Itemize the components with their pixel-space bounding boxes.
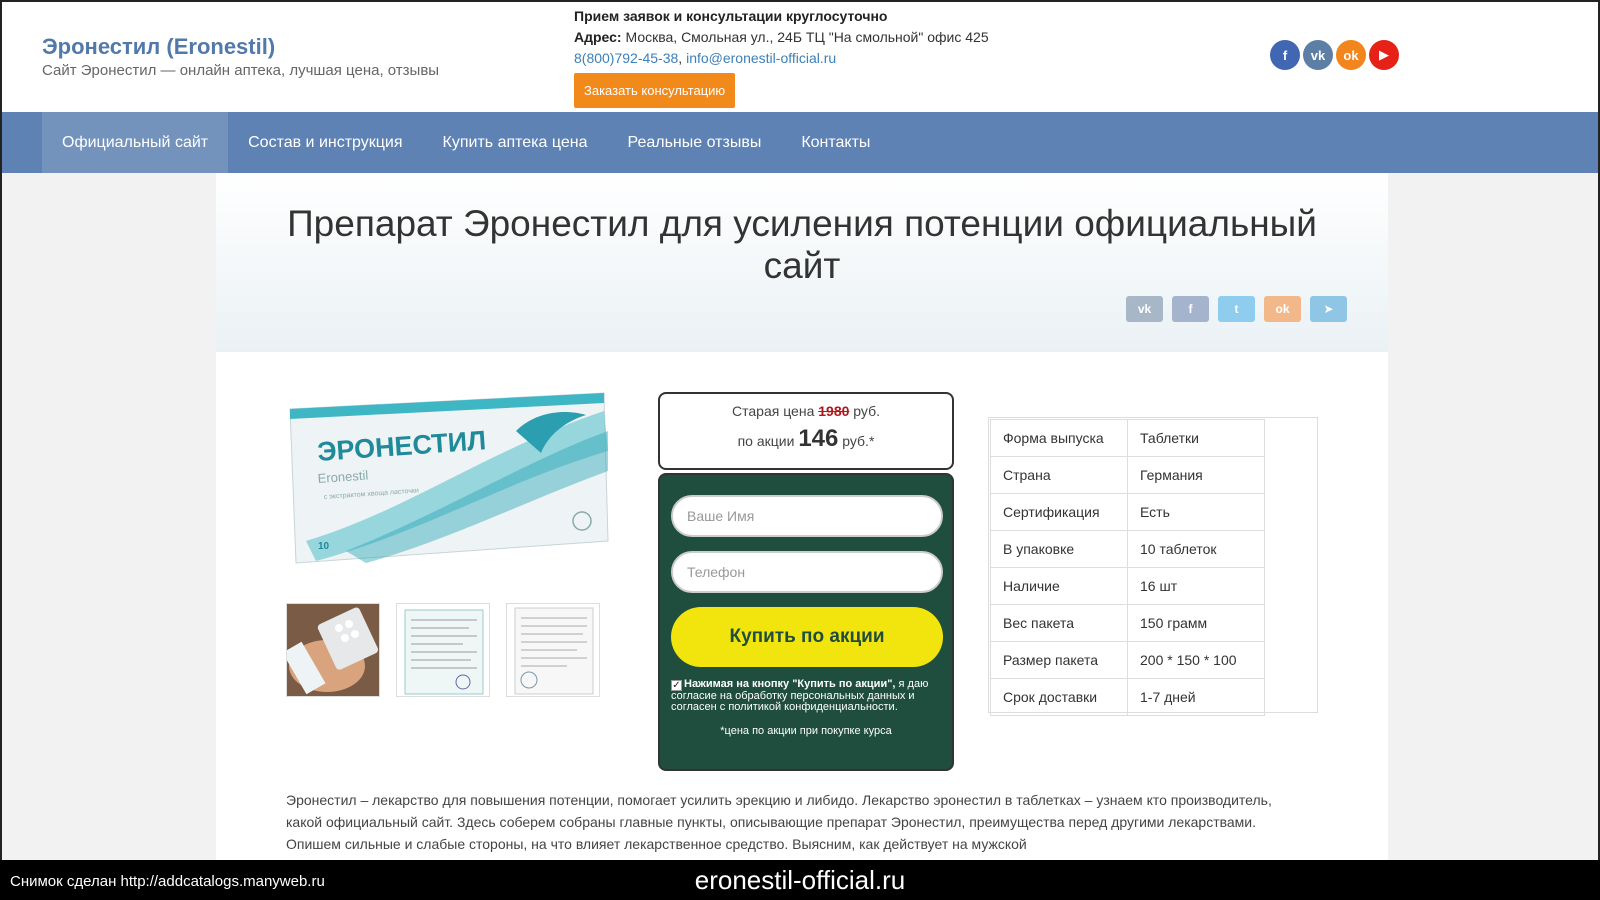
promo-price-value: 146 [798, 425, 839, 452]
old-price-currency: руб. [853, 403, 880, 419]
specs-table: Форма выпуска Таблетки Страна Германия Сер… [988, 417, 1318, 716]
title-area: Препарат Эронестил для усиления потенции… [216, 173, 1388, 352]
table-row: Вес пакета 150 грамм [990, 604, 1265, 642]
nav-item-composition[interactable]: Состав и инструкция [228, 112, 422, 173]
spec-key: Форма выпуска [990, 419, 1128, 457]
spec-value: 16 шт [1127, 567, 1265, 605]
nav-item-contacts[interactable]: Контакты [781, 112, 890, 173]
email-link[interactable]: info@eronestil-official.ru [686, 50, 836, 66]
address-label: Адрес: [574, 29, 622, 45]
nav-item-official-site[interactable]: Официальный сайт [42, 112, 229, 173]
spec-key: В упаковке [990, 530, 1128, 568]
phone-input[interactable]: Телефон [671, 551, 943, 593]
spec-value: 1-7 дней [1127, 678, 1265, 716]
vk-icon[interactable]: vk [1126, 296, 1163, 322]
site-description: Сайт Эронестил — онлайн аптека, лучшая ц… [42, 62, 440, 79]
table-row: Сертификация Есть [990, 493, 1265, 531]
browser-frame: Эронестил (Eronestil) Сайт Эронестил — о… [0, 0, 1600, 860]
screenshot-caption: Снимок сделан http://addcatalogs.manyweb… [10, 873, 325, 890]
order-form: Ваше Имя Телефон Купить по акции ✓ Нажима… [658, 473, 954, 771]
spec-value: Таблетки [1127, 419, 1265, 457]
odnoklassniki-icon[interactable]: ok [1264, 296, 1301, 322]
vk-icon[interactable]: vk [1303, 40, 1333, 70]
name-input[interactable]: Ваше Имя [671, 495, 943, 537]
spec-key: Вес пакета [990, 604, 1128, 642]
spec-key: Размер пакета [990, 641, 1128, 679]
table-row: Страна Германия [990, 456, 1265, 494]
old-price-value: 1980 [818, 403, 850, 419]
consent-bold-text: Нажимая на кнопку "Купить по акции", [684, 678, 896, 690]
table-row: Наличие 16 шт [990, 567, 1265, 605]
promo-price-label: по акции [737, 433, 795, 449]
nav-item-buy-price[interactable]: Купить аптека цена [423, 112, 608, 173]
product-box-image[interactable]: ЭРОНЕСТИЛ Eronestil с экстрактом хвоща л… [286, 391, 610, 565]
header-contacts: Прием заявок и консультации круглосуточн… [574, 6, 989, 108]
table-row: Срок доставки 1-7 дней [990, 678, 1265, 716]
spec-key: Наличие [990, 567, 1128, 605]
spec-value: Германия [1127, 456, 1265, 494]
spec-value: 200 * 150 * 100 [1127, 641, 1265, 679]
price-note: *цена по акции при покупке курса [720, 725, 892, 737]
address-text: Москва, Смольная ул., 24Б ТЦ "На смольно… [625, 29, 989, 45]
thumbnail-certificate-2[interactable] [506, 603, 600, 697]
promo-price-currency: руб.* [842, 433, 875, 449]
odnoklassniki-icon[interactable]: ok [1336, 40, 1366, 70]
spec-value: Есть [1127, 493, 1265, 531]
price-box: Старая цена 1980 руб. по акции 146 руб.* [658, 392, 954, 470]
product-thumbnails [286, 603, 600, 697]
spec-key: Срок доставки [990, 678, 1128, 716]
youtube-icon[interactable]: ▶ [1369, 40, 1399, 70]
table-row: Размер пакета 200 * 150 * 100 [990, 641, 1265, 679]
main-content: Препарат Эронестил для усиления потенции… [216, 173, 1388, 860]
spec-value: 150 грамм [1127, 604, 1265, 642]
phone-link[interactable]: 8(800)792-45-38 [574, 50, 678, 66]
spec-value: 10 таблеток [1127, 530, 1265, 568]
main-navigation: Официальный сайт Состав и инструкция Куп… [2, 112, 1598, 173]
spec-key: Страна [990, 456, 1128, 494]
product-description: Эронестил – лекарство для повышения поте… [286, 792, 1272, 852]
old-price-label: Старая цена [732, 403, 815, 419]
site-header: Эронестил (Eronestil) Сайт Эронестил — о… [2, 2, 1598, 112]
thumbnail-hand-blister[interactable] [286, 603, 380, 697]
working-hours: Прием заявок и консультации круглосуточн… [574, 8, 888, 24]
screenshot-caption-bar: eronestil-official.ru Снимок сделан http… [0, 860, 1600, 900]
table-row: В упаковке 10 таблеток [990, 530, 1265, 568]
consent-text: ✓ Нажимая на кнопку "Купить по акции", я … [671, 679, 941, 713]
order-consultation-button[interactable]: Заказать консультацию [574, 73, 736, 108]
spec-key: Сертификация [990, 493, 1128, 531]
share-buttons: vk f t ok ➤ [1126, 296, 1347, 322]
thumbnail-certificate-1[interactable] [396, 603, 490, 697]
contacts-separator: , [678, 50, 683, 66]
twitter-icon[interactable]: t [1218, 296, 1255, 322]
nav-item-reviews[interactable]: Реальные отзывы [607, 112, 781, 173]
table-row: Форма выпуска Таблетки [990, 419, 1265, 457]
page-title: Препарат Эронестил для усиления потенции… [287, 203, 1317, 286]
facebook-icon[interactable]: f [1270, 40, 1300, 70]
header-social-links: f vk ok ▶ [1270, 40, 1399, 70]
site-title[interactable]: Эронестил (Eronestil) [42, 34, 275, 60]
box-count-text: 10 [318, 541, 330, 552]
facebook-icon[interactable]: f [1172, 296, 1209, 322]
buy-promo-button[interactable]: Купить по акции [671, 607, 943, 667]
telegram-icon[interactable]: ➤ [1310, 296, 1347, 322]
